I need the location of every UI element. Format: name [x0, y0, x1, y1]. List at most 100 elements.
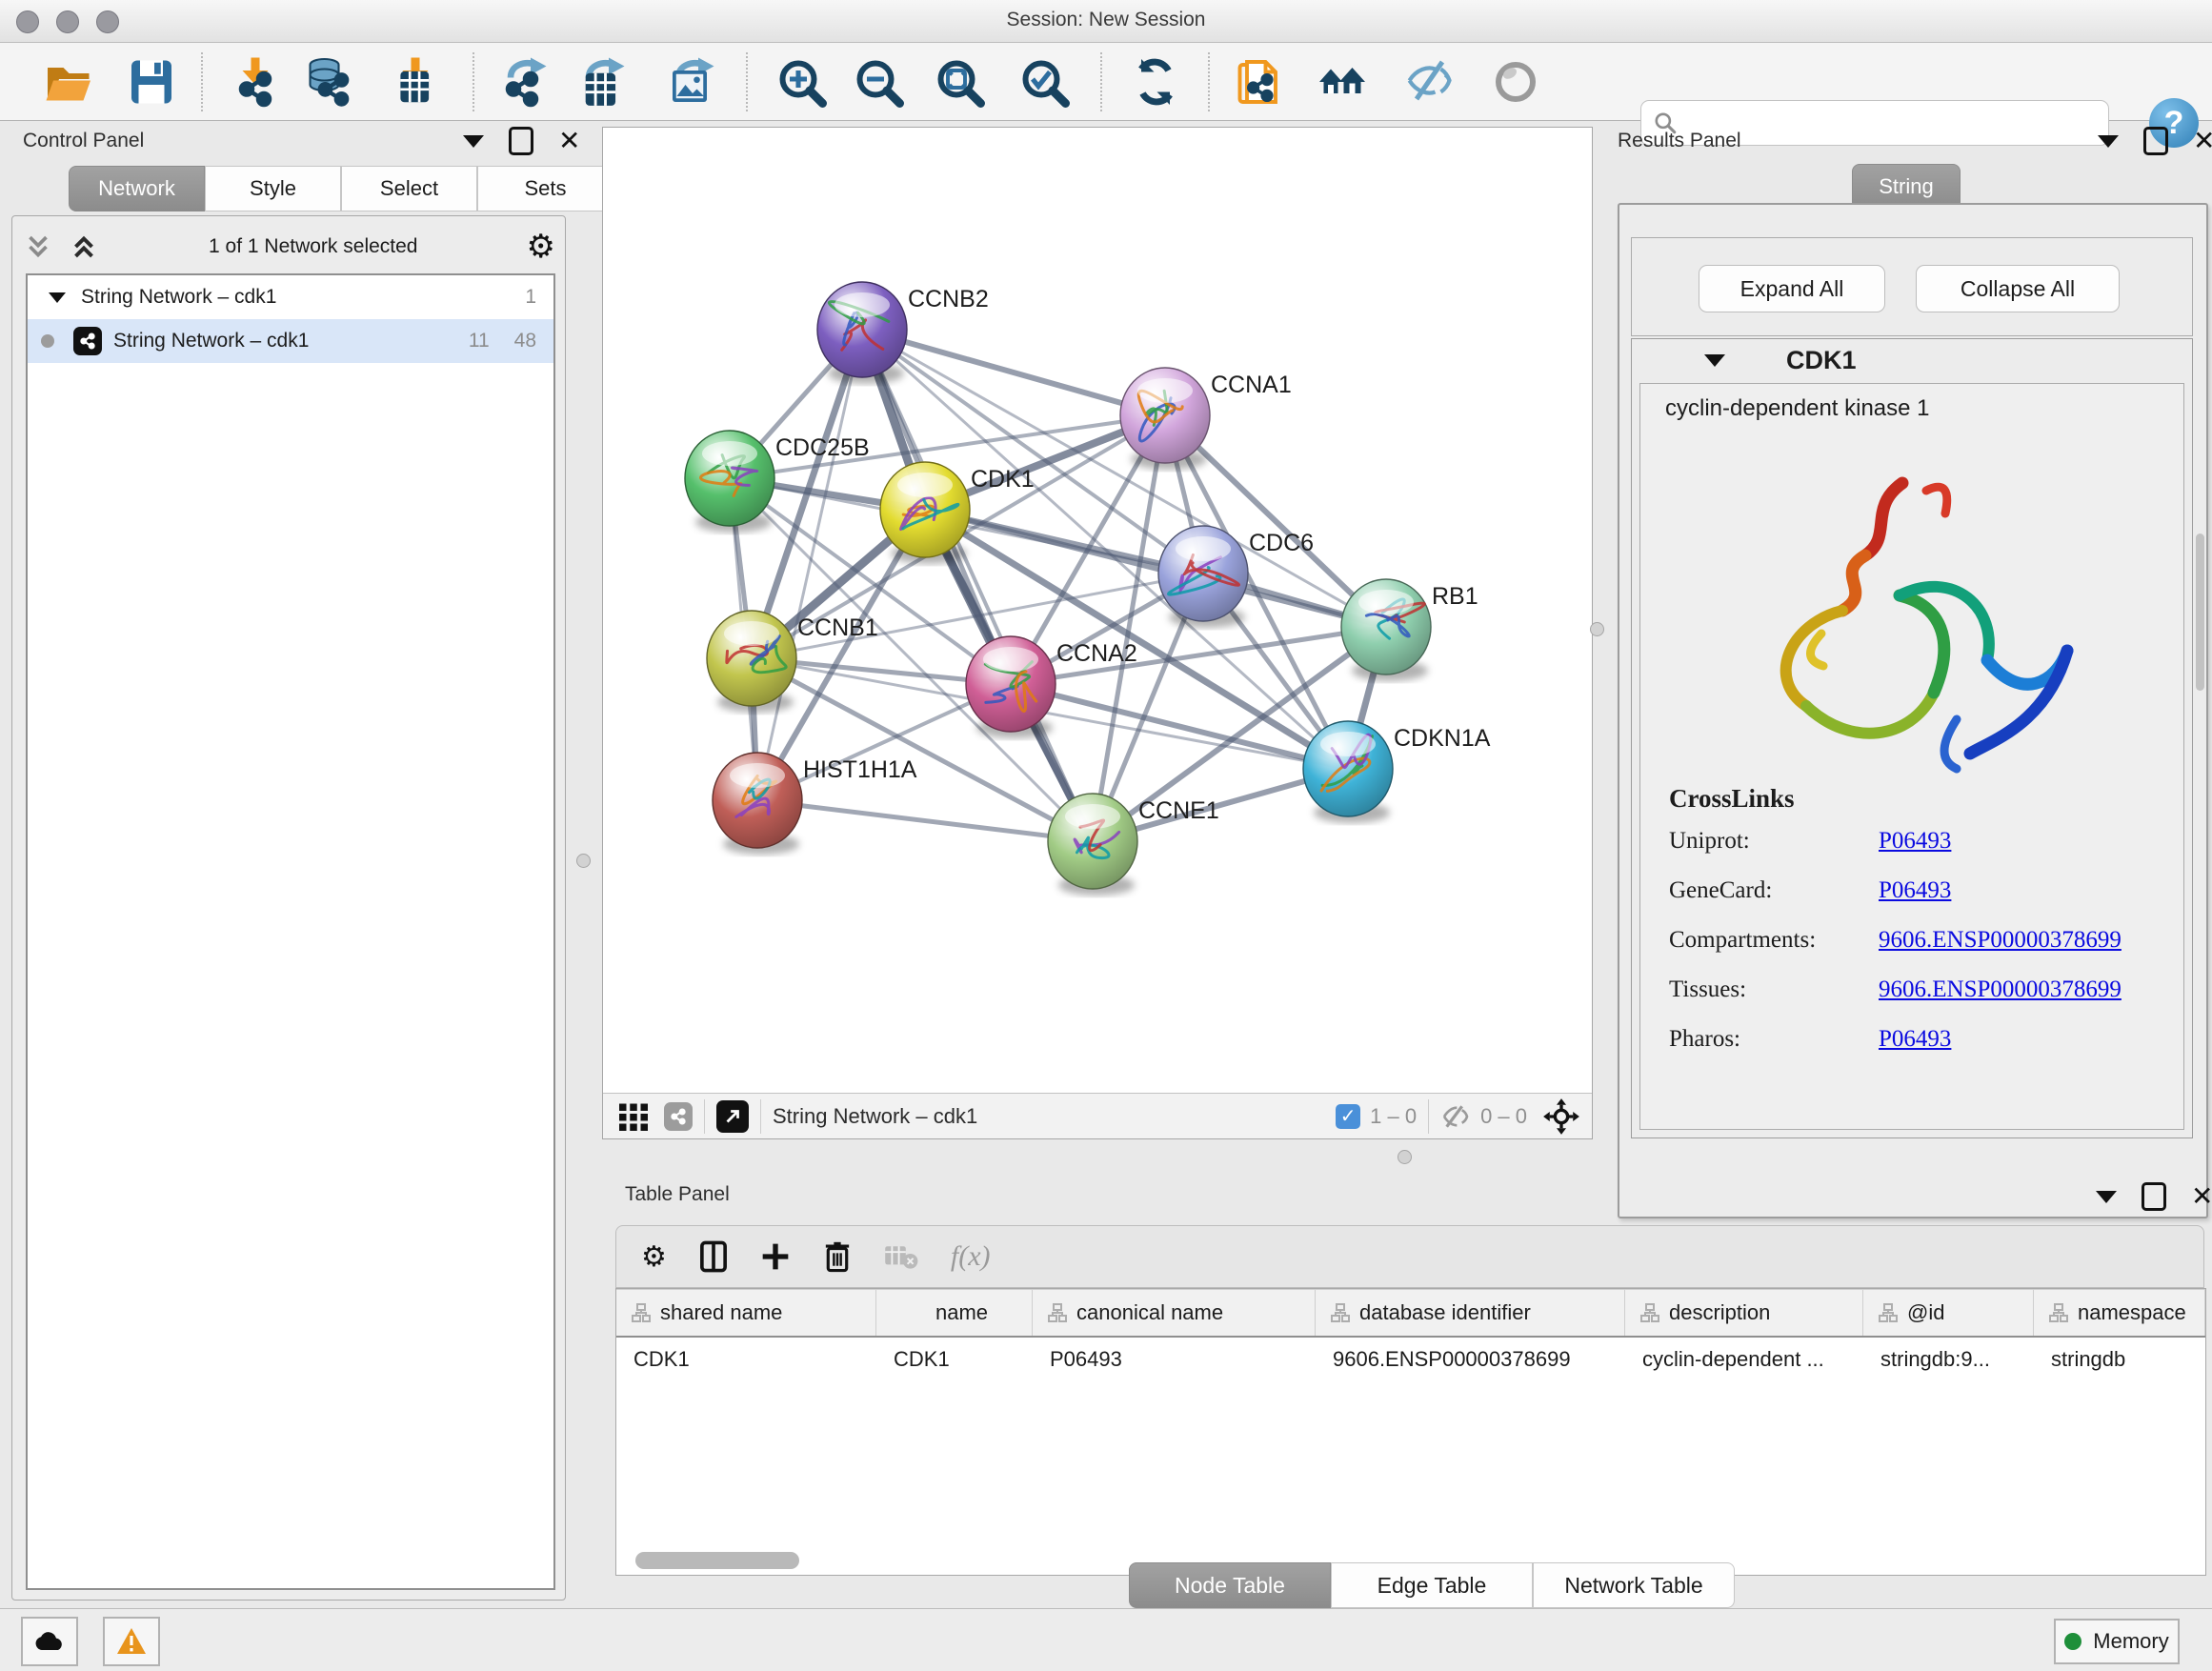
column-header[interactable]: canonical name — [1033, 1290, 1316, 1336]
column-header[interactable]: description — [1625, 1290, 1863, 1336]
table-cell[interactable]: stringdb:9... — [1863, 1338, 2034, 1381]
import-table-icon[interactable] — [387, 56, 438, 108]
import-network-database-icon[interactable] — [303, 56, 354, 108]
network-canvas[interactable]: CCNB2CCNA1CDC25BCDK1CDC6RB1CCNB1CCNA2CDK… — [603, 128, 1592, 1093]
table-options-gear-icon[interactable]: ⚙ — [641, 1240, 667, 1274]
toolbar-separator — [746, 52, 748, 111]
control-panel-title: Control Panel — [23, 130, 144, 152]
zoom-fit-icon[interactable] — [934, 56, 985, 108]
show-columns-icon[interactable] — [699, 1240, 728, 1273]
import-network-icon[interactable] — [227, 56, 278, 108]
compartments-link[interactable]: 9606.ENSP00000378699 — [1879, 927, 2122, 954]
results-scrollbar[interactable] — [2196, 534, 2204, 691]
table-cell[interactable]: CDK1 — [616, 1338, 876, 1381]
export-table-icon[interactable] — [577, 56, 629, 108]
tab-network-table[interactable]: Network Table — [1533, 1562, 1735, 1608]
collection-expand-icon[interactable] — [49, 292, 66, 303]
create-column-icon[interactable] — [760, 1241, 791, 1272]
network-share-icon — [73, 327, 102, 355]
column-header[interactable]: @id — [1863, 1290, 2034, 1336]
network-collection-row[interactable]: String Network – cdk1 1 — [28, 275, 553, 319]
table-cell[interactable]: cyclin-dependent ... — [1625, 1338, 1863, 1381]
table-cell[interactable]: CDK1 — [876, 1338, 1033, 1381]
node-table[interactable]: shared namenamecanonical namedatabase id… — [615, 1288, 2206, 1576]
network-view-title: String Network – cdk1 — [773, 1104, 977, 1129]
tab-node-table[interactable]: Node Table — [1129, 1562, 1331, 1608]
hide-details-eye-icon[interactable] — [1405, 56, 1457, 108]
zoom-selected-icon[interactable] — [1018, 56, 1070, 108]
string-import-icon[interactable] — [1236, 56, 1287, 108]
apply-layout-icon[interactable] — [1130, 56, 1181, 108]
network-row-selected[interactable]: String Network – cdk1 11 48 — [28, 319, 553, 363]
detach-view-icon[interactable] — [716, 1100, 749, 1133]
network-options-gear-icon[interactable]: ⚙ — [527, 228, 555, 266]
left-splitter-handle[interactable] — [576, 854, 591, 868]
collection-count: 1 — [525, 286, 536, 309]
tab-sets[interactable]: Sets — [477, 166, 613, 211]
column-header[interactable]: namespace — [2034, 1290, 2205, 1336]
panel-float-icon[interactable] — [2142, 1182, 2166, 1211]
panel-close-icon[interactable]: ✕ — [2191, 1185, 2212, 1208]
panel-menu-icon[interactable] — [2098, 135, 2119, 148]
tab-edge-table[interactable]: Edge Table — [1331, 1562, 1533, 1608]
node-label: CDK1 — [971, 466, 1035, 493]
panel-close-icon[interactable]: ✕ — [558, 130, 580, 152]
crosslink-row: Uniprot: P06493 — [1669, 828, 1750, 855]
column-header[interactable]: name — [876, 1290, 1033, 1336]
zoom-in-icon[interactable] — [775, 56, 827, 108]
table-cell[interactable]: 9606.ENSP00000378699 — [1316, 1338, 1625, 1381]
panel-float-icon[interactable] — [509, 127, 533, 155]
gene-collapse-icon[interactable] — [1704, 354, 1725, 367]
tab-style[interactable]: Style — [205, 166, 341, 211]
collapse-all-icon[interactable] — [22, 231, 54, 263]
export-network-icon[interactable] — [499, 56, 551, 108]
gene-details: cyclin-dependent kinase 1 — [1639, 383, 2184, 1130]
panel-close-icon[interactable]: ✕ — [2193, 130, 2212, 152]
network-overview-icon[interactable] — [664, 1102, 693, 1131]
panel-float-icon[interactable] — [2143, 127, 2168, 155]
crosslinks-heading: CrossLinks — [1669, 784, 1795, 814]
pan-crosshair-icon[interactable] — [1542, 1097, 1580, 1136]
pharos-link[interactable]: P06493 — [1879, 1026, 1951, 1053]
function-builder-icon: f(x) — [951, 1240, 991, 1273]
results-panel: Results Panel ✕ String Expand All Collap… — [1602, 124, 2212, 1141]
column-header[interactable]: shared name — [616, 1290, 876, 1336]
birds-eye-grid-icon[interactable] — [616, 1099, 651, 1134]
genecard-link[interactable]: P06493 — [1879, 877, 1951, 904]
node-label: CCNB2 — [908, 286, 989, 312]
table-row[interactable]: CDK1CDK1P064939606.ENSP00000378699cyclin… — [616, 1338, 2205, 1381]
expand-all-icon[interactable] — [68, 231, 100, 263]
tab-select[interactable]: Select — [341, 166, 477, 211]
table-cell[interactable]: stringdb — [2034, 1338, 2205, 1381]
panel-menu-icon[interactable] — [2096, 1191, 2117, 1203]
open-session-icon[interactable] — [42, 56, 93, 108]
crosslink-row: Pharos: P06493 — [1669, 1026, 1740, 1053]
export-image-icon[interactable] — [667, 56, 718, 108]
selected-counts: 1 – 0 — [1370, 1104, 1417, 1129]
warnings-button[interactable] — [103, 1617, 160, 1666]
bottom-splitter-handle[interactable] — [1398, 1150, 1412, 1164]
home-pages-icon[interactable] — [1317, 56, 1368, 108]
collapse-all-button[interactable]: Collapse All — [1916, 265, 2120, 312]
column-header[interactable]: database identifier — [1316, 1290, 1625, 1336]
save-session-icon[interactable] — [126, 56, 177, 108]
network-selection-status: 1 of 1 Network selected — [100, 235, 527, 258]
memory-button[interactable]: Memory — [2054, 1619, 2180, 1664]
node-label: RB1 — [1432, 583, 1478, 610]
table-horizontal-scrollbar[interactable] — [635, 1552, 799, 1569]
cloud-button[interactable] — [21, 1617, 78, 1666]
panel-menu-icon[interactable] — [463, 135, 484, 148]
selected-checkbox-icon[interactable]: ✓ — [1336, 1104, 1360, 1129]
delete-column-icon[interactable] — [823, 1240, 852, 1273]
title-bar: Session: New Session — [0, 0, 2212, 43]
network-tree: String Network – cdk1 1 String Network –… — [26, 273, 555, 1590]
zoom-out-icon[interactable] — [853, 56, 904, 108]
network-edge-count: 48 — [514, 330, 536, 352]
network-view[interactable]: CCNB2CCNA1CDC25BCDK1CDC6RB1CCNB1CCNA2CDK… — [602, 127, 1593, 1139]
uniprot-link[interactable]: P06493 — [1879, 828, 1951, 855]
show-details-eye-icon[interactable] — [1490, 56, 1541, 108]
tab-network[interactable]: Network — [69, 166, 205, 211]
table-cell[interactable]: P06493 — [1033, 1338, 1316, 1381]
tissues-link[interactable]: 9606.ENSP00000378699 — [1879, 976, 2122, 1003]
expand-all-button[interactable]: Expand All — [1699, 265, 1885, 312]
